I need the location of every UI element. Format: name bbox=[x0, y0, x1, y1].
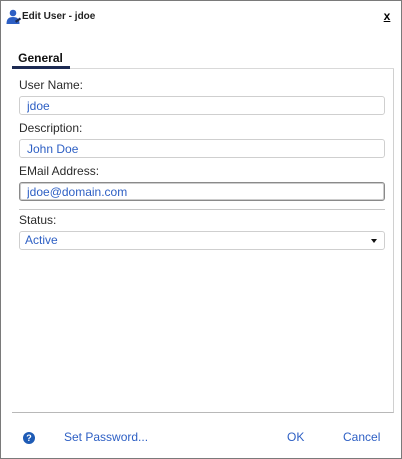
close-button[interactable]: x bbox=[381, 9, 393, 25]
section-divider bbox=[19, 209, 385, 210]
cancel-button[interactable]: Cancel bbox=[343, 430, 380, 444]
email-input[interactable] bbox=[19, 182, 385, 201]
chevron-down-icon bbox=[371, 239, 377, 243]
ok-button[interactable]: OK bbox=[287, 430, 304, 444]
title-bar: Edit User - jdoe x bbox=[1, 1, 401, 33]
user-name-input[interactable] bbox=[19, 96, 385, 115]
user-name-label: User Name: bbox=[19, 78, 84, 92]
email-label: EMail Address: bbox=[19, 164, 100, 178]
status-value: Active bbox=[25, 233, 58, 247]
edit-user-dialog: Edit User - jdoe x General User Name: De… bbox=[0, 0, 402, 459]
status-label: Status: bbox=[19, 213, 57, 227]
set-password-button[interactable]: Set Password... bbox=[64, 430, 148, 444]
status-select[interactable]: Active bbox=[19, 231, 385, 250]
user-edit-icon bbox=[6, 9, 21, 24]
description-label: Description: bbox=[19, 121, 83, 135]
description-input[interactable] bbox=[19, 139, 385, 158]
help-icon[interactable]: ? bbox=[23, 432, 35, 444]
window-title: Edit User - jdoe bbox=[22, 11, 96, 22]
